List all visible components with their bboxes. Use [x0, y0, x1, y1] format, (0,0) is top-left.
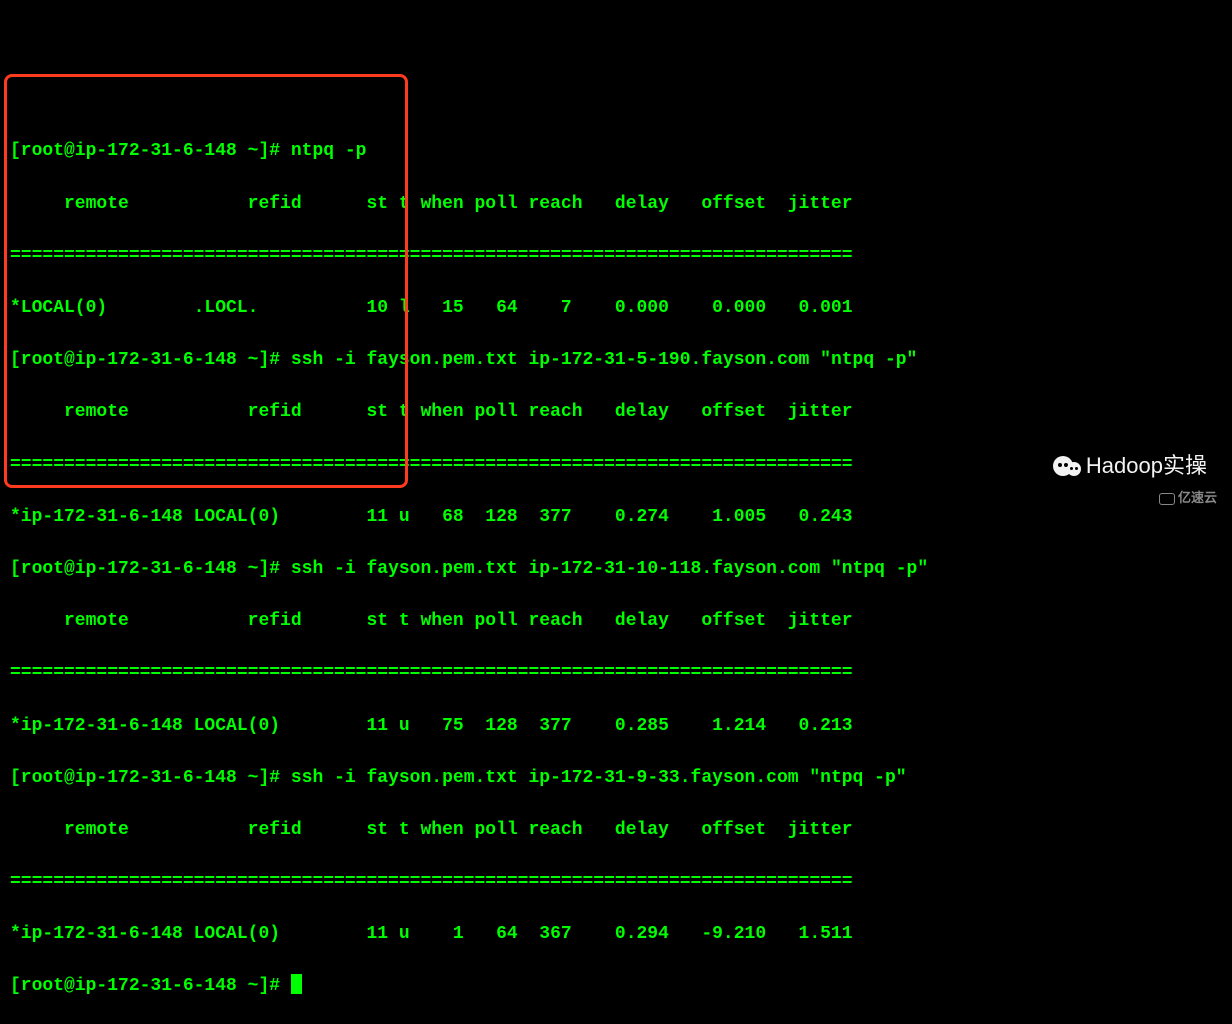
- command-text: ssh -i fayson.pem.txt ip-172-31-9-33.fay…: [291, 768, 907, 788]
- shell-prompt: [root@ip-172-31-6-148 ~]#: [10, 141, 291, 161]
- divider: ========================================…: [10, 243, 1222, 269]
- terminal-output: [root@ip-172-31-6-148 ~]# ntpq -p remote…: [0, 104, 1232, 1024]
- watermark-cloud: 亿速云: [1159, 489, 1217, 508]
- command-line-3: [root@ip-172-31-6-148 ~]# ssh -i fayson.…: [10, 556, 1222, 582]
- ntpq-row: *ip-172-31-6-148 LOCAL(0) 11 u 75 128 37…: [10, 713, 1222, 739]
- watermark-text-2: 亿速云: [1178, 489, 1217, 508]
- ntpq-header: remote refid st t when poll reach delay …: [10, 608, 1222, 634]
- command-line-4: [root@ip-172-31-6-148 ~]# ssh -i fayson.…: [10, 765, 1222, 791]
- command-text: ssh -i fayson.pem.txt ip-172-31-5-190.fa…: [291, 350, 918, 370]
- ntpq-header: remote refid st t when poll reach delay …: [10, 191, 1222, 217]
- wechat-icon: [1053, 456, 1081, 476]
- ntpq-header: remote refid st t when poll reach delay …: [10, 399, 1222, 425]
- divider: ========================================…: [10, 869, 1222, 895]
- ntpq-row: *LOCAL(0) .LOCL. 10 l 15 64 7 0.000 0.00…: [10, 295, 1222, 321]
- command-line-1: [root@ip-172-31-6-148 ~]# ntpq -p: [10, 138, 1222, 164]
- command-line-5[interactable]: [root@ip-172-31-6-148 ~]#: [10, 973, 1222, 999]
- watermark-text: Hadoop实操: [1086, 450, 1207, 482]
- watermark-hadoop: Hadoop实操: [1053, 450, 1207, 482]
- divider: ========================================…: [10, 660, 1222, 686]
- command-line-2: [root@ip-172-31-6-148 ~]# ssh -i fayson.…: [10, 347, 1222, 373]
- shell-prompt: [root@ip-172-31-6-148 ~]#: [10, 350, 291, 370]
- command-text: ntpq -p: [291, 141, 367, 161]
- ntpq-row: *ip-172-31-6-148 LOCAL(0) 11 u 68 128 37…: [10, 504, 1222, 530]
- cloud-logo-icon: [1159, 493, 1175, 505]
- shell-prompt: [root@ip-172-31-6-148 ~]#: [10, 559, 291, 579]
- ntpq-header: remote refid st t when poll reach delay …: [10, 817, 1222, 843]
- command-text: ssh -i fayson.pem.txt ip-172-31-10-118.f…: [291, 559, 928, 579]
- shell-prompt: [root@ip-172-31-6-148 ~]#: [10, 976, 291, 996]
- terminal-cursor: [291, 974, 302, 994]
- ntpq-row: *ip-172-31-6-148 LOCAL(0) 11 u 1 64 367 …: [10, 921, 1222, 947]
- divider: ========================================…: [10, 452, 1222, 478]
- shell-prompt: [root@ip-172-31-6-148 ~]#: [10, 768, 291, 788]
